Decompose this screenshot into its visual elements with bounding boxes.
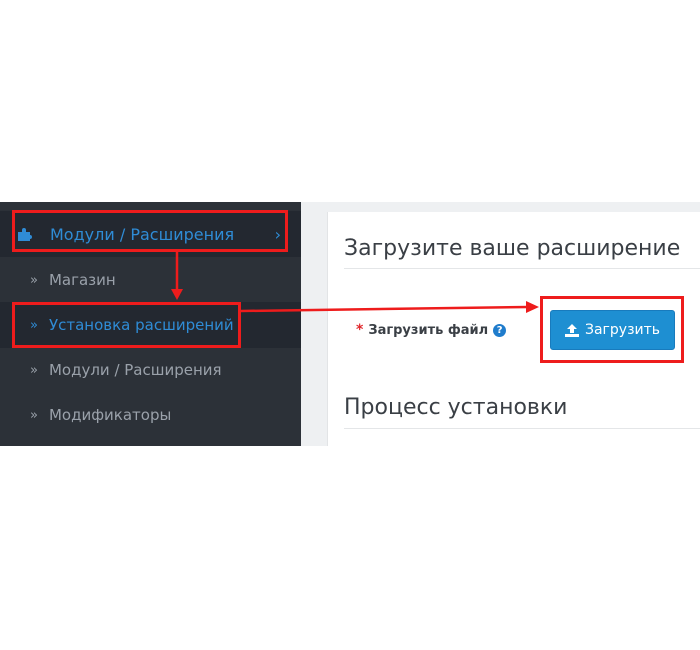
progress-section-title: Процесс установки bbox=[344, 395, 568, 420]
puzzle-icon bbox=[18, 228, 32, 241]
sidebar-item-label: Модули / Расширения bbox=[50, 224, 235, 244]
section-divider bbox=[344, 268, 700, 269]
upload-icon bbox=[564, 323, 579, 337]
sidebar-item-extensions[interactable]: Модули / Расширения › bbox=[0, 211, 301, 257]
upload-button[interactable]: Загрузить bbox=[550, 310, 675, 350]
content-gutter bbox=[301, 202, 327, 446]
upload-file-label: * Загрузить файл ? bbox=[356, 322, 507, 338]
screenshot-stage: Модули / Расширения › » Магазин » Устано… bbox=[0, 0, 700, 650]
section-divider bbox=[344, 428, 700, 429]
sidebar-item-label: Установка расширений bbox=[48, 316, 234, 334]
double-chevron-icon: » bbox=[30, 272, 38, 288]
question-circle-icon[interactable]: ? bbox=[493, 323, 507, 337]
sidebar-item-extension-installer[interactable]: » Установка расширений bbox=[0, 302, 301, 348]
required-mark: * bbox=[356, 322, 364, 338]
double-chevron-icon: » bbox=[30, 317, 38, 333]
sidebar-item-label: Магазин bbox=[48, 271, 116, 289]
chevron-right-icon: › bbox=[274, 225, 281, 244]
sidebar-item-store[interactable]: » Магазин bbox=[0, 257, 301, 303]
sidebar-item-modifications[interactable]: » Модификаторы bbox=[0, 392, 301, 438]
double-chevron-icon: » bbox=[30, 362, 38, 378]
double-chevron-icon: » bbox=[30, 407, 38, 423]
sidebar-item-label: Модули / Расширения bbox=[48, 361, 222, 379]
upload-file-label-text: Загрузить файл bbox=[368, 322, 489, 338]
sidebar-item-label: Модификаторы bbox=[48, 406, 172, 424]
upload-button-label: Загрузить bbox=[584, 322, 661, 338]
sidebar-item-modules[interactable]: » Модули / Расширения bbox=[0, 347, 301, 393]
sidebar: Модули / Расширения › » Магазин » Устано… bbox=[0, 202, 301, 446]
upload-section-title: Загрузите ваше расширение bbox=[344, 236, 681, 261]
panel-top-strip bbox=[327, 202, 700, 212]
